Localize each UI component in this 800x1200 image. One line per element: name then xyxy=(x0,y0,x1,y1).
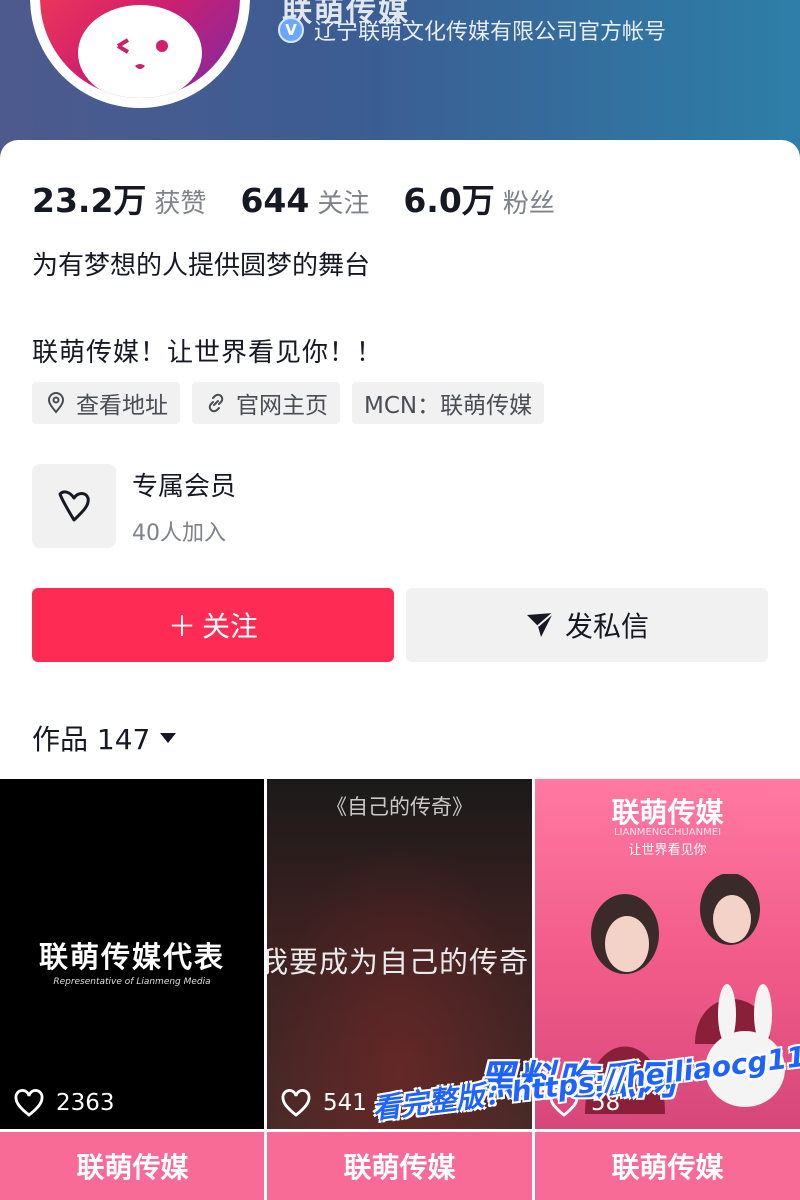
membership-title: 专属会员 xyxy=(132,471,237,502)
dropdown-caret-icon xyxy=(160,733,177,743)
tag-mcn[interactable]: MCN：联萌传媒 xyxy=(352,382,545,424)
video-tile-5[interactable]: 联萌传媒 xyxy=(267,1132,532,1200)
likes-label: 获赞 xyxy=(154,189,207,219)
membership-heart-icon xyxy=(32,464,116,548)
plus-icon: ＋ xyxy=(167,611,196,642)
tile3-brand: 联萌传媒 xyxy=(611,796,724,829)
tag-address-label: 查看地址 xyxy=(76,393,168,419)
follow-label: 关注 xyxy=(202,611,259,642)
tile1-like-count: 2363 xyxy=(56,1090,115,1116)
works-tab[interactable]: 作品 147 xyxy=(32,718,177,758)
works-label: 作品 147 xyxy=(32,723,151,756)
membership-text: 专属会员 40人加入 xyxy=(132,466,236,547)
message-label: 发私信 xyxy=(564,611,649,642)
followers-count[interactable]: 6.0万 xyxy=(403,174,494,222)
tile6-brand: 联萌传媒 xyxy=(611,1151,724,1184)
tile2-likes: 541 xyxy=(281,1089,367,1117)
bio-line-2: 联萌传媒！让世界看见你！！ xyxy=(32,338,384,368)
following-count[interactable]: 644 xyxy=(240,181,309,220)
tile2-song-title: 《自己的传奇》 xyxy=(326,795,473,819)
tile2-lyric: 我要成为自己的传奇 xyxy=(267,945,530,979)
tile2-like-count: 541 xyxy=(323,1090,367,1116)
send-icon xyxy=(526,612,554,637)
tag-row: 查看地址 官网主页 MCN：联萌传媒 xyxy=(32,382,545,424)
link-icon xyxy=(208,393,224,413)
message-button[interactable]: 发私信 xyxy=(406,588,768,662)
membership-count: 40人加入 xyxy=(132,520,226,546)
location-pin-icon xyxy=(47,392,65,414)
tag-website[interactable]: 官网主页 xyxy=(192,382,340,424)
following-label: 关注 xyxy=(317,189,370,219)
tile5-brand: 联萌传媒 xyxy=(343,1151,456,1184)
tile1-title: 联萌传媒代表 xyxy=(38,940,225,974)
video-tile-1[interactable]: 联萌传媒代表 Representative of Lianmeng Media … xyxy=(0,779,264,1129)
verified-badge-icon: V xyxy=(278,17,304,43)
heart-outline-icon xyxy=(281,1089,311,1117)
tag-mcn-label: MCN：联萌传媒 xyxy=(364,393,533,419)
tag-website-label: 官网主页 xyxy=(236,393,328,419)
heart-outline-icon xyxy=(14,1089,44,1117)
tile3-brand-en: LIANMENGCHUANMEI xyxy=(613,827,722,838)
tile1-likes: 2363 xyxy=(14,1089,115,1117)
video-tile-6[interactable]: 联萌传媒 xyxy=(535,1132,800,1200)
verification-row: V 辽宁联萌文化传媒有限公司官方帐号 xyxy=(278,14,666,46)
bio-line-1: 为有梦想的人提供圆梦的舞台 xyxy=(32,251,371,281)
tile3-slogan: 让世界看见你 xyxy=(628,843,707,858)
stats-row: 23.2万 获赞 644 关注 6.0万 粉丝 xyxy=(32,174,589,222)
likes-count[interactable]: 23.2万 xyxy=(32,174,146,222)
follow-button[interactable]: ＋ 关注 xyxy=(32,588,394,662)
video-tile-4[interactable]: 联萌传媒 xyxy=(0,1132,264,1200)
tile1-subtitle: Representative of Lianmeng Media xyxy=(53,977,211,987)
membership-entry[interactable]: 专属会员 40人加入 xyxy=(32,464,236,548)
tag-address[interactable]: 查看地址 xyxy=(32,382,180,424)
tile4-brand: 联萌传媒 xyxy=(76,1151,189,1184)
followers-label: 粉丝 xyxy=(502,189,555,219)
verification-text: 辽宁联萌文化传媒有限公司官方帐号 xyxy=(314,20,667,45)
